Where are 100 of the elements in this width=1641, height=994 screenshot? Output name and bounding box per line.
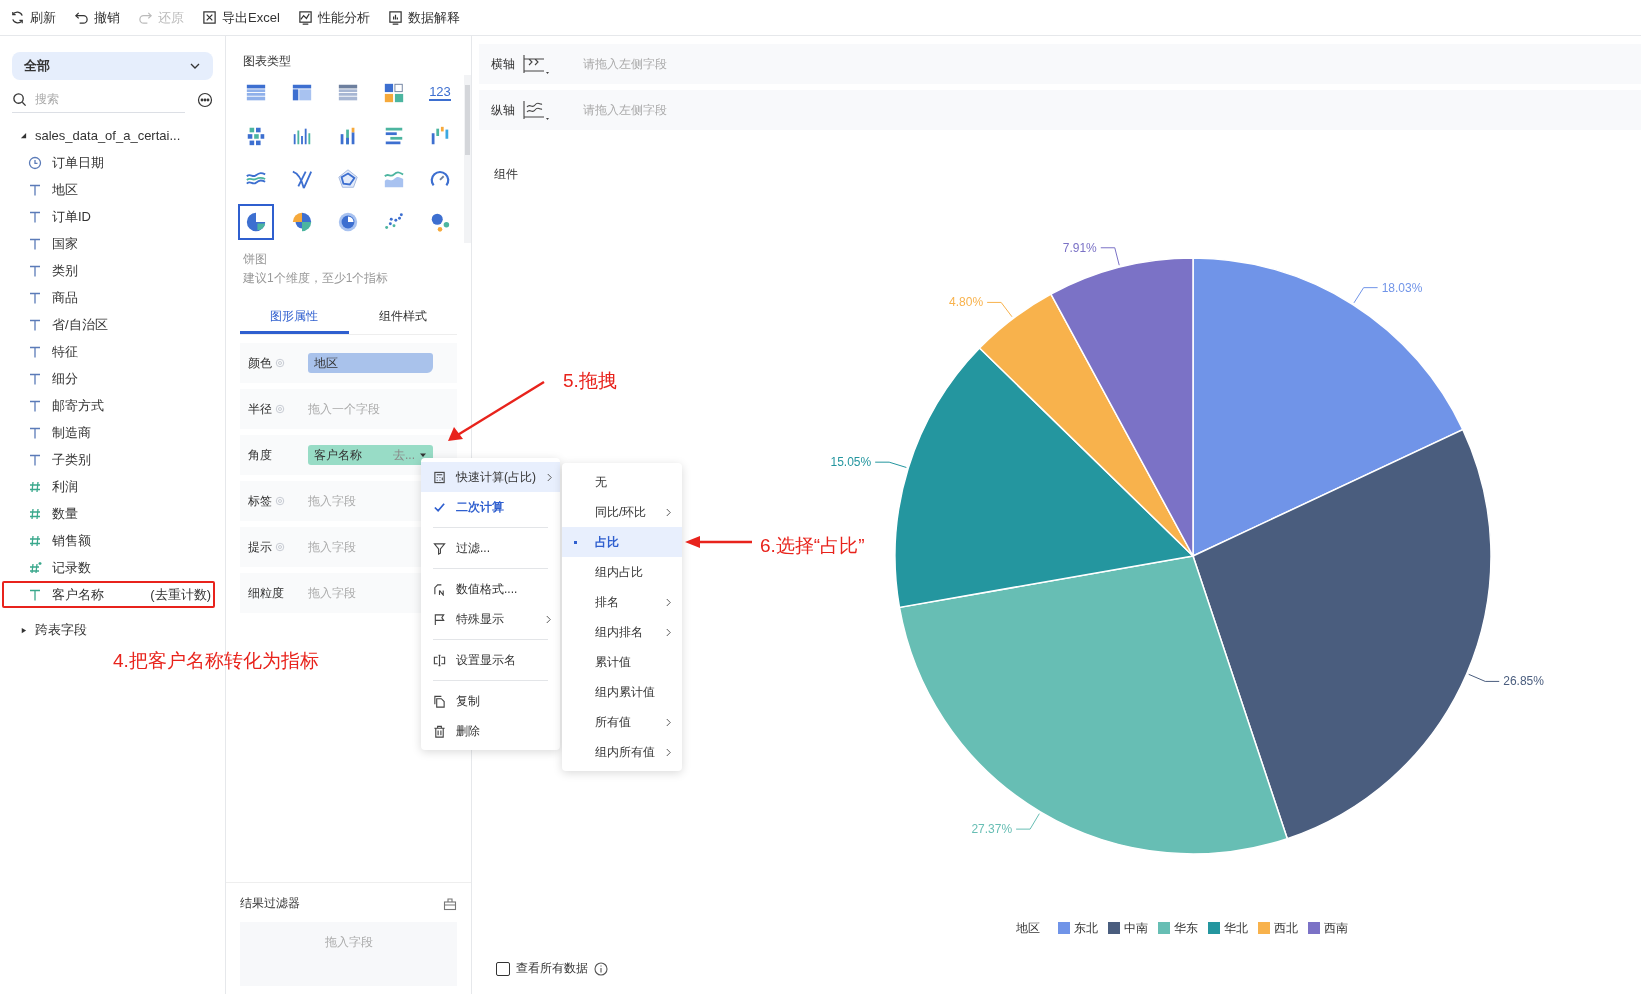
rename-icon xyxy=(433,653,446,667)
toolbar-button[interactable]: 刷新 xyxy=(8,6,58,29)
cross-table-node[interactable]: 跨表字段 xyxy=(0,616,225,644)
toolbox-icon[interactable] xyxy=(443,896,457,911)
slot-label: 颜色 xyxy=(248,355,272,371)
radar-chart-icon xyxy=(337,168,359,190)
view-all-checkbox[interactable]: 查看所有数据 xyxy=(496,960,588,977)
chevron-right-icon xyxy=(665,506,672,518)
component-title: 组件 xyxy=(494,166,519,183)
drop-placeholder: 请拖入左侧字段 xyxy=(583,101,667,119)
menu-item[interactable]: 组内排名 xyxy=(562,617,682,647)
field-item[interactable]: 订单ID xyxy=(2,203,215,230)
search-field[interactable]: 搜索 xyxy=(33,91,157,107)
text-type-icon xyxy=(28,452,42,467)
menu-item[interactable]: 累计值 xyxy=(562,647,682,677)
field-item[interactable]: 销售额 xyxy=(2,527,215,554)
data-label: 26.85% xyxy=(1503,674,1544,689)
aggregate-label: (去重计数) xyxy=(150,585,211,604)
area-chart-icon xyxy=(383,168,405,190)
dataset-node[interactable]: sales_data_of_a_certai... xyxy=(0,121,225,149)
field-item[interactable]: 记录数 xyxy=(2,554,215,581)
menu-item[interactable]: 组内占比 xyxy=(562,557,682,587)
field-item[interactable]: 地区 xyxy=(2,176,215,203)
menu-item[interactable]: 排名 xyxy=(562,587,682,617)
legend-item[interactable]: 东北 xyxy=(1057,919,1098,937)
drop-slot[interactable]: 颜色 地区 xyxy=(240,343,457,383)
menu-item[interactable]: 删除 xyxy=(421,716,560,746)
field-item[interactable]: 子类别 xyxy=(2,446,215,473)
tab[interactable]: 图形属性 xyxy=(240,301,349,334)
search-icon[interactable] xyxy=(12,91,27,107)
scope-select[interactable]: 全部 xyxy=(12,52,213,80)
tab[interactable]: 组件样式 xyxy=(348,301,457,334)
pie-chart-option[interactable] xyxy=(238,204,274,240)
toolbar-button[interactable]: 性能分析 xyxy=(295,6,372,29)
field-item[interactable]: 商品 xyxy=(2,284,215,311)
axis-wave-icon[interactable] xyxy=(521,99,549,121)
pie-slice[interactable] xyxy=(1192,257,1464,557)
drop-slot[interactable]: 半径 拖入一个字段 xyxy=(240,389,457,429)
axis-drop-row[interactable]: 纵轴 请拖入左侧字段 xyxy=(479,90,1641,130)
toolbar-button[interactable]: 数据解释 xyxy=(385,6,462,29)
legend-title: 地区 xyxy=(1015,919,1040,937)
slot-label: 提示 xyxy=(248,539,272,555)
menu-item[interactable]: 快速计算(占比) xyxy=(421,462,560,492)
menu-item[interactable]: 无 xyxy=(562,467,682,497)
explain-icon xyxy=(387,10,403,25)
leader-line xyxy=(1015,813,1040,830)
menu-item[interactable]: 所有值 xyxy=(562,707,682,737)
scrollbar[interactable] xyxy=(464,75,471,243)
field-pill[interactable]: 客户名称 去... xyxy=(308,445,433,465)
drop-placeholder: 拖入字段 xyxy=(308,584,356,602)
slot-label: 标签 xyxy=(248,493,272,509)
text-type-icon xyxy=(28,182,42,197)
text-type-icon xyxy=(28,209,42,224)
legend-item[interactable]: 华东 xyxy=(1157,919,1198,937)
kpi-chart-option[interactable]: 123 xyxy=(422,75,458,111)
pie-slice[interactable] xyxy=(1050,257,1194,557)
toolbar-button[interactable]: 撤销 xyxy=(72,6,122,29)
field-item[interactable]: 邮寄方式 xyxy=(2,392,215,419)
text-type-icon xyxy=(28,425,42,440)
axis-sort-icon[interactable] xyxy=(521,53,549,75)
axis-drop-row[interactable]: 横轴 请拖入左侧字段 xyxy=(479,44,1641,84)
field-item[interactable]: 国家 xyxy=(2,230,215,257)
axis-label: 纵轴 xyxy=(491,101,516,119)
legend-item[interactable]: 华北 xyxy=(1207,919,1248,937)
annotation-text: 6.选择“占比” xyxy=(760,534,865,558)
slot-label: 细粒度 xyxy=(248,585,284,601)
section-title: 图表类型 xyxy=(242,53,292,70)
pie-slice[interactable] xyxy=(1192,428,1492,840)
caret-icon[interactable] xyxy=(419,451,427,459)
menu-item[interactable]: 占比 xyxy=(562,527,682,557)
field-pill[interactable]: 地区 xyxy=(308,353,433,373)
field-item[interactable]: 省/自治区 xyxy=(2,311,215,338)
drop-slot[interactable]: 角度 客户名称 去... xyxy=(240,435,457,475)
pie-slice[interactable] xyxy=(894,347,1194,609)
field-item[interactable]: 细分 xyxy=(2,365,215,392)
field-item[interactable]: 客户名称 (去重计数) xyxy=(2,581,215,608)
legend-item[interactable]: 西南 xyxy=(1307,919,1348,937)
info-icon[interactable] xyxy=(594,961,608,976)
text-type-icon xyxy=(28,344,42,359)
field-item[interactable]: 类别 xyxy=(2,257,215,284)
field-item[interactable]: 利润 xyxy=(2,473,215,500)
field-item[interactable]: 数量 xyxy=(2,500,215,527)
menu-item[interactable]: 组内累计值 xyxy=(562,677,682,707)
hash-icon xyxy=(28,479,42,494)
text-type-icon xyxy=(28,398,42,413)
toolbar-button[interactable]: 导出Excel xyxy=(200,6,282,29)
chevron-right-icon xyxy=(665,596,672,608)
field-item[interactable]: 订单日期 xyxy=(2,149,215,176)
legend-item[interactable]: 中南 xyxy=(1107,919,1148,937)
chevron-right-icon xyxy=(665,746,672,758)
menu-item[interactable]: 组内所有值 xyxy=(562,737,682,767)
field-item[interactable]: 制造商 xyxy=(2,419,215,446)
field-item[interactable]: 特征 xyxy=(2,338,215,365)
menu-item[interactable]: 同比/环比 xyxy=(562,497,682,527)
pie-slice[interactable] xyxy=(898,555,1289,855)
leader-line xyxy=(1100,247,1120,266)
legend-item[interactable]: 西北 xyxy=(1257,919,1298,937)
data-label: 18.03% xyxy=(1381,280,1423,295)
more-icon[interactable] xyxy=(197,91,213,108)
chevron-right-icon xyxy=(545,613,552,625)
